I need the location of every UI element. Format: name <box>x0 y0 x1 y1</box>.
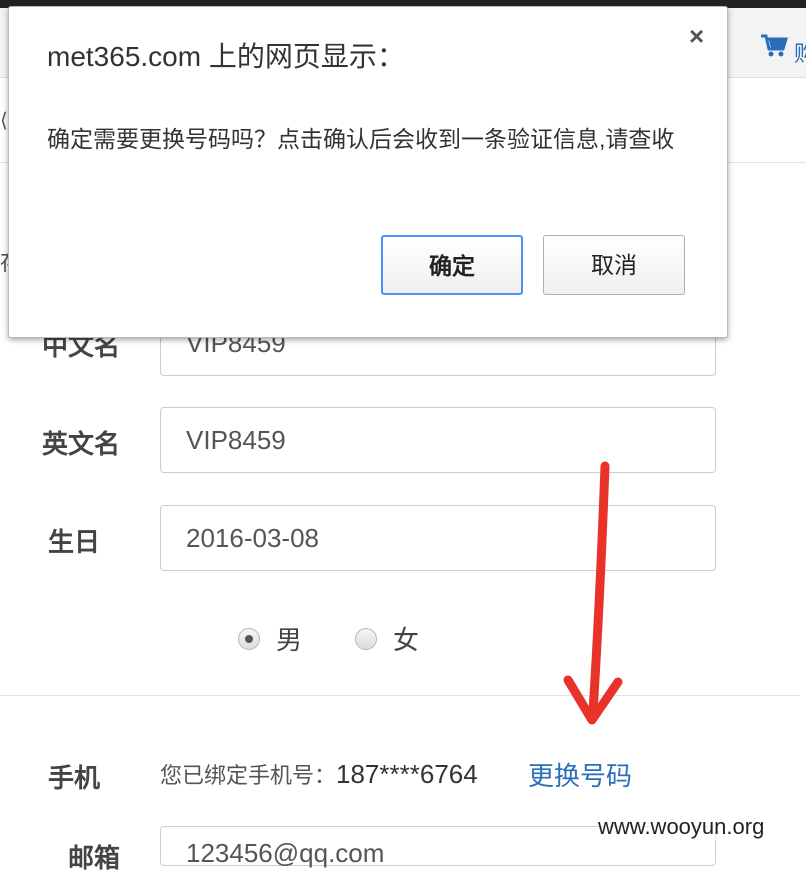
dialog-message: 确定需要更换号码吗？点击确认后会收到一条验证信息,请查收 <box>47 126 675 152</box>
watermark: www.wooyun.org <box>598 814 765 840</box>
dialog-title: met365.com 上的网页显示： <box>47 41 405 72</box>
alert-dialog: met365.com 上的网页显示： × 确定需要更换号码吗？点击确认后会收到一… <box>8 6 728 338</box>
ok-button[interactable]: 确定 <box>381 235 523 295</box>
cancel-button[interactable]: 取消 <box>543 235 685 295</box>
close-icon[interactable]: × <box>689 21 704 52</box>
